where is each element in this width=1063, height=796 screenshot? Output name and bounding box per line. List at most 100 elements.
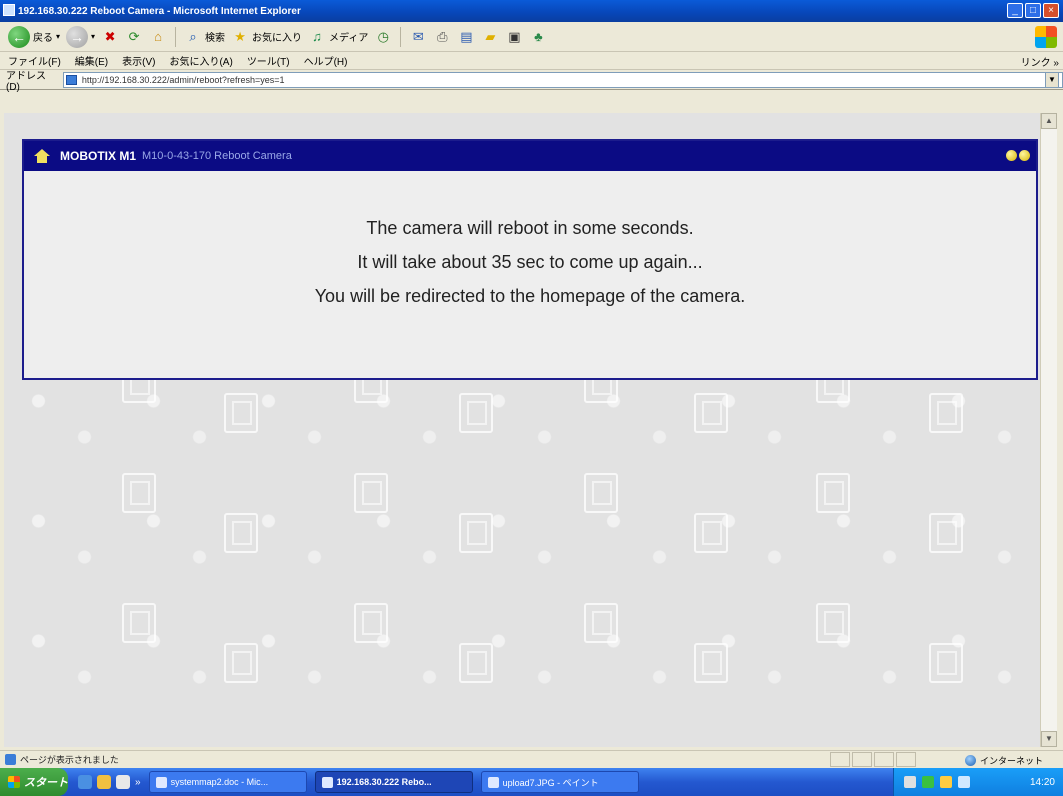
security-tray-icon[interactable] <box>940 776 952 788</box>
print-icon[interactable]: ⎙ <box>433 28 451 46</box>
stop-icon[interactable]: ✖ <box>101 28 119 46</box>
maximize-button[interactable]: □ <box>1025 3 1041 18</box>
status-bar: ページが表示されました インターネット <box>0 750 1063 768</box>
page-viewport: MOBOTIX M1 M10-0-43-170 Reboot Camera Th… <box>4 113 1040 747</box>
minimize-button[interactable]: _ <box>1007 3 1023 18</box>
panel-brand: MOBOTIX M1 <box>60 149 137 163</box>
ie-quicklaunch-icon[interactable] <box>78 775 92 789</box>
refresh-icon[interactable]: ⟳ <box>125 28 143 46</box>
task-label: upload7.JPG - ペイント <box>502 777 599 788</box>
scroll-down-icon[interactable]: ▼ <box>1041 731 1057 747</box>
watermark-camera-icon <box>694 643 728 683</box>
watermark-camera-icon <box>354 473 388 513</box>
forward-arrow-icon: → <box>66 25 89 48</box>
folder-icon[interactable]: ▰ <box>481 28 499 46</box>
menu-help[interactable]: ヘルプ(H) <box>304 53 348 68</box>
watermark-camera-icon <box>694 513 728 553</box>
reboot-panel: MOBOTIX M1 M10-0-43-170 Reboot Camera Th… <box>22 139 1038 380</box>
security-zone[interactable]: インターネット <box>964 754 1043 767</box>
watermark-camera-icon <box>459 643 493 683</box>
panel-body: The camera will reboot in some seconds. … <box>24 171 1036 313</box>
start-button[interactable]: スタート <box>0 768 68 796</box>
folder-quicklaunch-icon[interactable] <box>97 775 111 789</box>
watermark-camera-icon <box>584 473 618 513</box>
search-label: 検索 <box>205 33 226 44</box>
address-input[interactable]: http://192.168.30.222/admin/reboot?refre… <box>62 71 1063 88</box>
favorites-button[interactable]: ★ お気に入り <box>231 28 302 46</box>
menu-tools[interactable]: ツール(T) <box>247 53 290 68</box>
menu-edit[interactable]: 編集(E) <box>75 53 108 68</box>
watermark-camera-icon <box>929 643 963 683</box>
system-tray: 14:20 <box>893 768 1063 796</box>
quick-launch: » <box>78 775 141 789</box>
ie-icon <box>321 776 333 788</box>
chevron-down-icon: ▾ <box>91 32 96 41</box>
task-label: 192.168.30.222 Rebo... <box>336 777 432 787</box>
mail-icon[interactable]: ✉ <box>409 28 427 46</box>
task-button-ie[interactable]: 192.168.30.222 Rebo... <box>314 771 473 793</box>
reboot-message: The camera will reboot in some seconds. <box>366 218 694 238</box>
monitor-tray-icon[interactable] <box>958 776 970 788</box>
task-label: systemmap2.doc - Mic... <box>170 777 269 787</box>
messenger-icon[interactable]: ♣ <box>529 28 547 46</box>
status-cell <box>852 752 872 767</box>
help-icon[interactable] <box>1006 150 1017 161</box>
media-icon: ♫ <box>312 29 322 44</box>
task-button-word[interactable]: systemmap2.doc - Mic... <box>148 771 307 793</box>
redirect-message: You will be redirected to the homepage o… <box>314 286 746 306</box>
star-icon: ★ <box>234 28 246 44</box>
printer-tray-icon[interactable] <box>904 776 916 788</box>
watermark-camera-icon <box>122 473 156 513</box>
quicklaunch-more-button[interactable]: » <box>135 777 141 788</box>
panel-header: MOBOTIX M1 M10-0-43-170 Reboot Camera <box>24 141 1036 171</box>
search-icon: ⌕ <box>189 28 197 44</box>
media-button[interactable]: ♫ メディア <box>308 28 368 46</box>
network-tray-icon[interactable] <box>922 776 934 788</box>
menu-favorites[interactable]: お気に入り(A) <box>169 53 232 68</box>
panel-subtitle: M10-0-43-170 Reboot Camera <box>142 150 292 162</box>
help-buttons <box>1006 150 1030 161</box>
watermark-camera-icon <box>122 603 156 643</box>
watermark-camera-icon <box>459 393 493 433</box>
scroll-up-icon[interactable]: ▲ <box>1041 113 1057 129</box>
menu-view[interactable]: 表示(V) <box>122 53 155 68</box>
windows-flag-icon <box>8 776 20 788</box>
discuss-icon[interactable]: ▣ <box>505 28 523 46</box>
status-cell <box>874 752 894 767</box>
desktop-quicklaunch-icon[interactable] <box>116 775 130 789</box>
home-icon[interactable] <box>34 149 50 163</box>
address-url: http://192.168.30.222/admin/reboot?refre… <box>81 74 285 85</box>
watermark-camera-icon <box>584 603 618 643</box>
toolbar-separator <box>175 26 177 47</box>
status-cell <box>896 752 916 767</box>
clock[interactable]: 14:20 <box>1030 777 1055 788</box>
toolbar-separator <box>400 26 402 47</box>
watermark-camera-icon <box>224 513 258 553</box>
task-button-paint[interactable]: upload7.JPG - ペイント <box>480 771 639 793</box>
home-icon[interactable]: ⌂ <box>149 28 167 46</box>
back-button[interactable]: ← 戻る ▾ <box>8 25 60 48</box>
menu-bar: ファイル(F) 編集(E) 表示(V) お気に入り(A) ツール(T) ヘルプ(… <box>0 52 1063 70</box>
history-icon[interactable]: ◷ <box>374 28 392 46</box>
watermark-camera-icon <box>694 393 728 433</box>
address-dropdown-button[interactable]: ▼ <box>1045 72 1059 88</box>
links-button[interactable]: リンク » <box>1021 54 1059 69</box>
zone-label: インターネット <box>979 756 1043 766</box>
info-icon[interactable] <box>1019 150 1030 161</box>
watermark-camera-icon <box>354 603 388 643</box>
watermark-camera-icon <box>929 393 963 433</box>
favorites-label: お気に入り <box>252 33 303 44</box>
watermark-camera-icon <box>816 603 850 643</box>
paint-icon <box>487 776 499 788</box>
close-button[interactable]: × <box>1043 3 1059 18</box>
search-button[interactable]: ⌕ 検索 <box>184 28 225 46</box>
edit-icon[interactable]: ▤ <box>457 28 475 46</box>
globe-icon <box>964 755 976 766</box>
ie-app-icon[interactable] <box>3 4 15 16</box>
vertical-scrollbar[interactable]: ▲ ▼ <box>1040 113 1057 747</box>
title-bar: 192.168.30.222 Reboot Camera - Microsoft… <box>0 0 1063 22</box>
browser-toolbar: ← 戻る ▾ → ▾ ✖ ⟳ ⌂ ⌕ 検索 ★ お気に入り ♫ メディア ◷ ✉… <box>0 22 1063 52</box>
forward-button[interactable]: → ▾ <box>66 25 96 48</box>
back-label: 戻る <box>33 33 53 44</box>
media-label: メディア <box>329 33 369 44</box>
